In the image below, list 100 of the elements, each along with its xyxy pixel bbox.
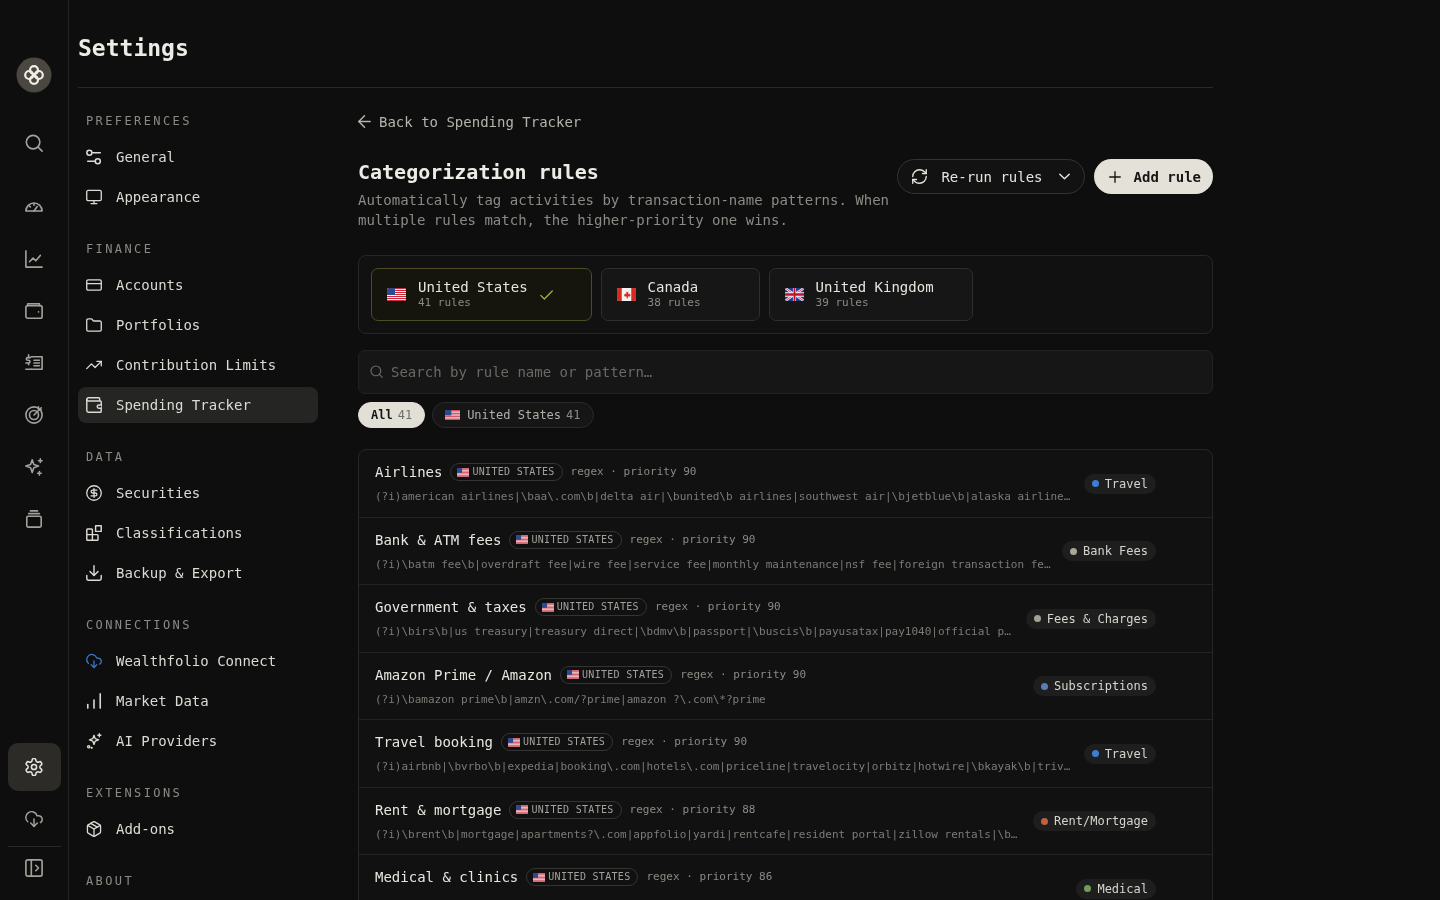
page-title: Settings [78,34,189,63]
rule-meta: regex · priority 90 [621,735,748,749]
blocks-icon [86,525,102,541]
rule-meta: regex · priority 90 [570,465,697,479]
rule-pattern: (?i)\batm fee\b|overdraft fee|wire fee|service fee|monthly maintenance|nsf fee|foreign transaction fe… [375,557,1051,571]
target-icon [25,406,43,424]
search-input[interactable]: Search by rule name or pattern… [358,350,1213,394]
section-heading: EXTENSIONS [85,785,183,801]
rule-name: Bank & ATM fees [375,530,502,550]
rules-title: Categorization rules [358,159,599,186]
country-tag-label: UNITED STATES [531,532,614,547]
rule-meta: regex · priority 90 [680,667,807,682]
rule-pattern: (?i)airbnb|\bvrbo\b|expedia|booking\.com|hotels\.com|priceline|travelocity|orbitz|hotwire|\bkayak\b|triv… [375,760,1071,773]
stack-icon [25,510,43,528]
settings-nav-item[interactable]: Add-ons [78,811,318,847]
category-label: Subscriptions [1054,678,1148,694]
flag-icon [508,737,520,747]
country-card[interactable]: United States 41 rules [371,268,592,321]
refresh-icon [912,169,928,184]
rules-description: Automatically tag activities by transaction-name patterns. When multiple rules match, the higher-priority one wins. [358,191,890,230]
settings-nav-item[interactable]: Backup & Export [78,555,318,591]
section-heading: FINANCE [85,241,154,257]
package-icon [86,821,102,837]
credit-card-icon [86,277,102,293]
category-label: Medical [1097,880,1148,897]
rule-meta: regex · priority 88 [629,802,756,817]
settings-nav-item[interactable]: Appearance [78,179,318,215]
settings-nav-item[interactable]: Accounts [78,267,318,303]
flag-icon [457,467,470,477]
flag-icon [541,602,554,612]
section-heading: CONNECTIONS [85,617,192,633]
sparkles-icon [86,733,102,749]
filter-chip[interactable]: All 41 [358,402,426,428]
rule-name: Government & taxes [375,598,527,617]
check-icon [539,289,553,300]
sliders-icon [86,149,102,165]
sparkles-icon [25,458,43,476]
rule-name: Medical & clinics [375,868,519,887]
section-heading: PREFERENCES [85,113,192,129]
settings-nav-item[interactable]: Market Data [78,683,318,719]
country-tag-label: UNITED STATES [531,802,614,817]
category-label: Bank Fees [1082,543,1148,559]
flag-icon [533,872,546,882]
rule-name: Airlines [375,463,443,482]
settings-icon [25,758,43,776]
flag-icon [445,410,461,420]
rerun-rules-button[interactable]: Re-run rules [897,159,1085,194]
bar-chart-icon [86,693,102,709]
download-icon [86,565,102,581]
flag-icon [516,805,529,814]
dollar-circle-icon [86,485,102,501]
rule-pattern: (?i)american airlines|\baa\.com\b|delta air|\bunited\b airlines|southwest air|\bjetblue\b|alaska airline… [375,490,1071,503]
flag-icon [567,670,579,679]
wallet-icon [25,302,43,320]
settings-nav-item[interactable]: Wealthfolio Connect [78,643,318,679]
country-card[interactable]: United Kingdom 39 rules [768,268,973,321]
cloud-download-icon [86,653,102,669]
filter-chip[interactable]: United States 41 [432,402,594,428]
flag-icon [387,288,406,301]
arrow-left-icon [358,115,371,128]
cloud-download-icon [25,810,43,828]
rule-meta: regex · priority 86 [646,870,773,884]
plus-icon [1108,170,1121,183]
settings-nav-item[interactable]: Portfolios [78,307,318,343]
add-rule-button[interactable]: Add rule [1093,159,1213,194]
country-tag-label: UNITED STATES [556,600,639,614]
wallet-icon [86,397,102,413]
search-icon [25,134,43,152]
settings-nav-item[interactable]: General [78,139,318,175]
country-tag-label: UNITED STATES [472,465,555,479]
category-label: Rent/Mortgage [1054,813,1148,829]
ledger-icon [25,354,43,372]
rule-pattern: (?i)\brent\b|mortgage|apartments?\.com|appfolio|yardi|rentcafe|resident portal|zillow rentals|\b… [375,827,1018,841]
back-link[interactable]: Back to Spending Tracker [358,113,582,130]
rule-meta: regex · priority 90 [654,600,781,614]
app-logo[interactable] [16,57,52,93]
settings-nav-item[interactable]: Contribution Limits [78,347,318,383]
chevron-down-icon [1058,173,1070,180]
section-heading: ABOUT [85,873,135,889]
rail-nav-button[interactable] [7,743,61,791]
rule-name: Travel booking [375,733,493,752]
flag-icon [516,535,529,544]
settings-nav-item[interactable]: Securities [78,475,318,511]
rule-meta: regex · priority 90 [629,532,756,547]
country-tag-label: UNITED STATES [582,667,665,682]
rule-name: Amazon Prime / Amazon [375,665,552,685]
rule-pattern: (?i)\bamazon prime\b|amzn\.com/?prime|amazon ?\.com\*?prime [375,692,766,706]
settings-nav-item[interactable]: AI Providers [78,723,318,759]
country-card[interactable]: Canada 38 rules [600,268,760,321]
country-tag-label: UNITED STATES [523,735,606,749]
settings-nav-item[interactable]: Classifications [78,515,318,551]
flag-icon [616,288,636,301]
settings-nav-item[interactable]: Spending Tracker [78,387,318,423]
monitor-icon [86,189,102,205]
line-chart-icon [25,250,43,268]
category-label: Travel [1104,745,1148,762]
country-tag-label: UNITED STATES [548,870,631,884]
category-label: Fees & Charges [1046,610,1148,627]
sidebar-toggle-icon [25,859,43,877]
rule-pattern: (?i)\birs\b|us treasury|treasury direct|\bdmv\b|passport|\buscis\b|payusatax|pay1040|official p… [375,625,1011,638]
